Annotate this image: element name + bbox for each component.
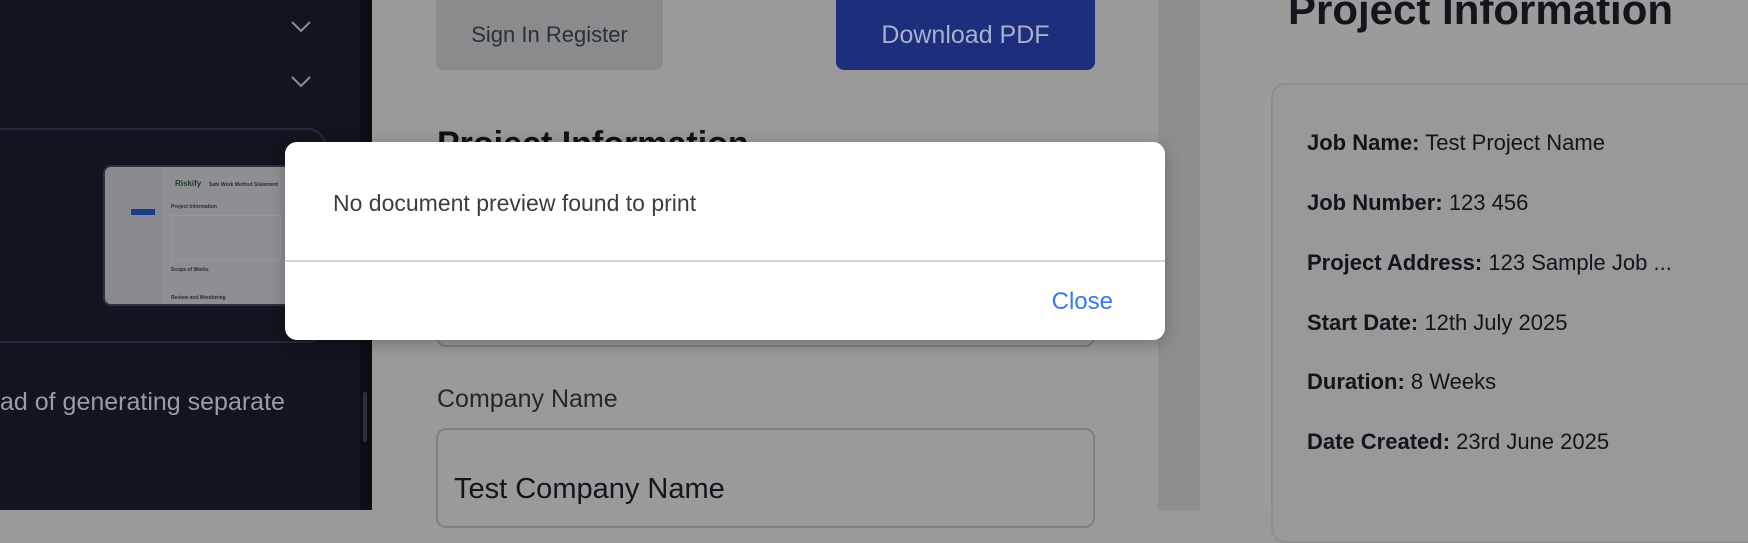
info-value: 123 Sample Job ... — [1488, 250, 1672, 275]
info-label: Project Address: — [1307, 250, 1483, 275]
info-label: Duration: — [1307, 369, 1405, 394]
thumbnail-logo: Riskify — [175, 179, 202, 188]
info-label: Start Date: — [1307, 310, 1419, 335]
info-value: 8 Weeks — [1410, 369, 1497, 394]
info-row-job-number: Job Number: 123 456 — [1307, 190, 1528, 216]
sidebar-scrollbar[interactable] — [363, 392, 367, 442]
dialog-divider — [285, 260, 1165, 262]
info-value: 123 456 — [1448, 190, 1529, 215]
preview-thumbnail: Riskify Safe Work Method Statement Proje… — [103, 165, 303, 306]
chevron-down-icon[interactable] — [290, 20, 312, 34]
info-label: Job Name: — [1307, 130, 1420, 155]
dialog-message: No document preview found to print — [333, 190, 697, 216]
info-value: Test Project Name — [1425, 130, 1605, 155]
info-row-start-date: Start Date: 12th July 2025 — [1307, 310, 1567, 336]
info-row-job-name: Job Name: Test Project Name — [1307, 130, 1605, 156]
chevron-down-icon[interactable] — [290, 75, 312, 89]
info-row-project-address: Project Address: 123 Sample Job ... — [1307, 250, 1672, 276]
sign-in-register-button[interactable]: Sign In Register — [436, 0, 663, 70]
alert-dialog: No document preview found to print Close — [285, 142, 1165, 340]
info-row-duration: Duration: 8 Weeks — [1307, 369, 1496, 395]
info-label: Date Created: — [1307, 429, 1451, 454]
info-value: 23rd June 2025 — [1456, 429, 1610, 454]
company-name-label: Company Name — [437, 385, 618, 413]
info-value: 12th July 2025 — [1424, 310, 1568, 335]
thumbnail-section: Scope of Works — [171, 267, 209, 273]
thumbnail-section: Project Information — [171, 204, 217, 210]
feature-description: ad of generating separate — [0, 388, 285, 416]
company-name-input[interactable] — [436, 428, 1095, 528]
download-pdf-button[interactable]: Download PDF — [836, 0, 1095, 70]
preview-heading: Project Information — [1288, 0, 1674, 33]
info-row-date-created: Date Created: 23rd June 2025 — [1307, 429, 1609, 455]
thumbnail-section: Review and Monitoring — [171, 295, 226, 301]
close-button[interactable]: Close — [1052, 288, 1113, 316]
info-label: Job Number: — [1307, 190, 1443, 215]
thumbnail-doc-title: Safe Work Method Statement — [209, 182, 279, 188]
